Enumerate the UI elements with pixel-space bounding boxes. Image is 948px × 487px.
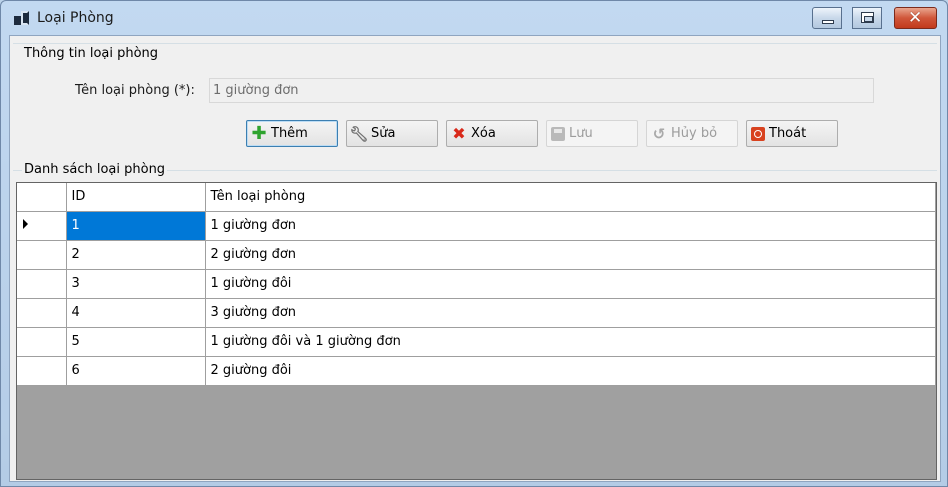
edit-button-label: Sửa — [371, 126, 396, 141]
exit-button-label: Thoát — [769, 126, 807, 141]
row-header[interactable] — [17, 327, 67, 357]
cell-name[interactable]: 1 giường đôi và 1 giường đơn — [205, 327, 936, 357]
list-group-title: Danh sách loại phòng — [22, 162, 168, 177]
minimize-icon — [822, 20, 834, 24]
room-type-name-label: Tên loại phòng (*): — [75, 83, 195, 98]
save-button-label: Lưu — [569, 126, 593, 141]
delete-button-label: Xóa — [471, 126, 496, 141]
grid-header-row: ID Tên loại phòng — [17, 183, 936, 212]
undo-icon: ↺ — [652, 124, 666, 143]
column-header-id[interactable]: ID — [66, 183, 206, 212]
cancel-button[interactable]: ↺ Hủy bỏ — [646, 120, 738, 147]
room-type-grid[interactable]: ID Tên loại phòng 1 1 giường đơn 2 2 giư… — [16, 182, 937, 480]
cell-id[interactable]: 5 — [66, 327, 206, 357]
table-row[interactable]: 2 2 giường đơn — [17, 240, 936, 270]
exit-button[interactable]: Thoát — [746, 120, 838, 147]
cell-id[interactable]: 4 — [66, 298, 206, 328]
maximize-button[interactable] — [852, 7, 882, 29]
column-header-name[interactable]: Tên loại phòng — [205, 183, 936, 212]
add-button[interactable]: ✚ Thêm — [246, 120, 338, 147]
row-header[interactable] — [17, 269, 67, 299]
info-groupbox: Thông tin loại phòng Tên loại phòng (*):… — [13, 43, 937, 156]
table-row[interactable]: 6 2 giường đôi — [17, 356, 936, 386]
cancel-button-label: Hủy bỏ — [671, 126, 718, 141]
table-row[interactable]: 1 1 giường đơn — [17, 211, 936, 241]
save-icon — [551, 126, 565, 141]
delete-icon: ✖ — [452, 123, 466, 143]
app-icon — [14, 10, 30, 26]
cell-name[interactable]: 1 giường đơn — [205, 211, 936, 241]
maximize-icon — [861, 12, 874, 23]
row-header[interactable] — [17, 211, 67, 241]
room-type-name-input[interactable]: 1 giường đơn — [209, 78, 874, 103]
window: Loại Phòng ✕ Thông tin loại phòng Tên lo… — [0, 0, 948, 487]
table-row[interactable]: 4 3 giường đơn — [17, 298, 936, 328]
current-row-arrow-icon — [23, 219, 28, 229]
add-icon: ✚ — [251, 122, 267, 144]
cell-id[interactable]: 2 — [66, 240, 206, 270]
cell-id[interactable]: 3 — [66, 269, 206, 299]
cell-id[interactable]: 1 — [66, 211, 206, 241]
cell-name[interactable]: 2 giường đôi — [205, 356, 936, 386]
close-icon: ✕ — [908, 8, 923, 28]
window-title: Loại Phòng — [37, 10, 114, 26]
title-bar[interactable]: Loại Phòng ✕ — [1, 1, 947, 35]
edit-button[interactable]: 🔧︎ Sửa — [346, 120, 438, 147]
close-button[interactable]: ✕ — [894, 7, 937, 29]
table-row[interactable]: 5 1 giường đôi và 1 giường đơn — [17, 327, 936, 357]
add-button-label: Thêm — [271, 126, 308, 141]
info-group-title: Thông tin loại phòng — [22, 46, 161, 61]
cell-name[interactable]: 3 giường đơn — [205, 298, 936, 328]
cell-name[interactable]: 2 giường đơn — [205, 240, 936, 270]
cell-id[interactable]: 6 — [66, 356, 206, 386]
wrench-icon: 🔧︎ — [349, 124, 369, 143]
exit-icon — [751, 126, 765, 141]
client-area: Thông tin loại phòng Tên loại phòng (*):… — [9, 35, 941, 482]
delete-button[interactable]: ✖ Xóa — [446, 120, 538, 147]
cell-name[interactable]: 1 giường đôi — [205, 269, 936, 299]
save-button[interactable]: Lưu — [546, 120, 638, 147]
row-header[interactable] — [17, 240, 67, 270]
minimize-button[interactable] — [812, 7, 842, 29]
row-header-corner[interactable] — [17, 183, 67, 212]
row-header[interactable] — [17, 298, 67, 328]
table-row[interactable]: 3 1 giường đôi — [17, 269, 936, 299]
row-header[interactable] — [17, 356, 67, 386]
